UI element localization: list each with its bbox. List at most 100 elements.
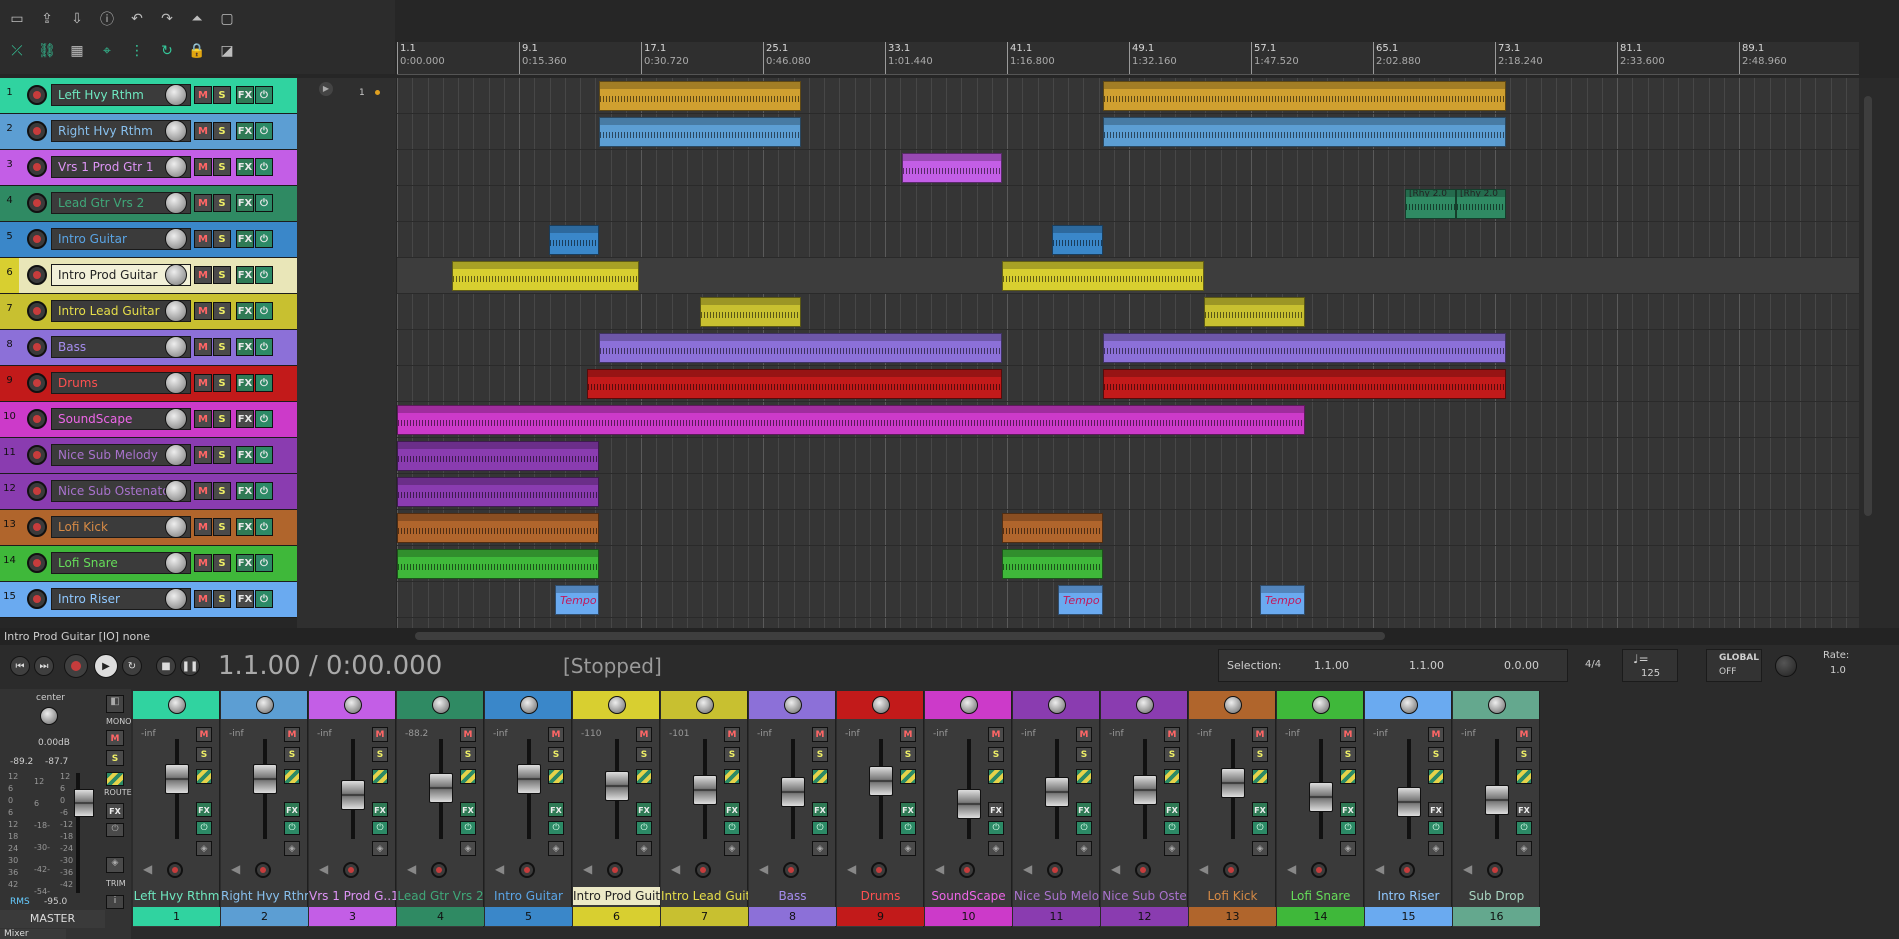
record-button[interactable] <box>64 654 88 678</box>
track-header[interactable]: Lofi Kick M S FX ⏻ <box>19 510 297 545</box>
solo-button[interactable]: S <box>213 302 231 320</box>
track-number[interactable]: 9 <box>0 366 19 401</box>
track-number[interactable]: 15 <box>0 582 19 617</box>
track-header[interactable]: Intro Lead Guitar M S FX ⏻ <box>19 294 297 329</box>
ruler-marker[interactable]: 57.1 1:47.520 <box>1251 42 1299 74</box>
metronome-icon[interactable]: ⏶ <box>186 8 208 30</box>
strip-mute-button[interactable]: M <box>812 727 828 742</box>
fx-bypass-icon[interactable]: ⏻ <box>255 158 273 176</box>
pan-knob[interactable] <box>872 696 890 714</box>
track-row[interactable]: 12 Nice Sub Ostenato M S FX ⏻ <box>0 474 297 510</box>
route-label[interactable]: ROUTE <box>104 788 132 797</box>
strip-fx-button[interactable]: FX <box>724 802 740 817</box>
media-item[interactable] <box>397 549 599 579</box>
mixer-strip[interactable]: -88.2 M S FX ⏻ ◈ ◀ Lead Gtr Vrs 2 4 <box>397 691 484 927</box>
envelope-icon[interactable]: ◪ <box>216 40 238 62</box>
ruler-marker[interactable]: 25.1 0:46.080 <box>763 42 811 74</box>
strip-fx-power-icon[interactable]: ⏻ <box>812 821 828 835</box>
track-lane[interactable] <box>397 546 1859 582</box>
selection-start[interactable]: 1.1.00 <box>1314 659 1349 672</box>
strip-fx-power-icon[interactable]: ⏻ <box>900 821 916 835</box>
strip-record-arm-button[interactable] <box>167 862 183 878</box>
track-header[interactable]: Lead Gtr Vrs 2 M S FX ⏻ <box>19 186 297 221</box>
strip-fx-power-icon[interactable]: ⏻ <box>548 821 564 835</box>
fx-button[interactable]: FX <box>236 374 254 392</box>
strip-route-icon[interactable] <box>900 769 916 784</box>
strip-number[interactable]: 13 <box>1189 907 1276 926</box>
master-fader[interactable] <box>74 789 94 817</box>
volume-fader[interactable] <box>517 764 541 795</box>
strip-number[interactable]: 6 <box>573 907 660 926</box>
strip-record-arm-button[interactable] <box>783 862 799 878</box>
strip-route-icon[interactable] <box>460 769 476 784</box>
track-lane[interactable] <box>397 330 1859 366</box>
track-lane[interactable] <box>397 510 1859 546</box>
strip-record-arm-button[interactable] <box>871 862 887 878</box>
fx-button[interactable]: FX <box>236 410 254 428</box>
mute-button[interactable]: M <box>194 446 212 464</box>
strip-number[interactable]: 10 <box>925 907 1012 926</box>
strip-solo-button[interactable]: S <box>1252 747 1268 762</box>
grid-icon[interactable]: ▦ <box>66 40 88 62</box>
track-lane[interactable] <box>397 402 1859 438</box>
record-arm-button[interactable] <box>27 85 47 105</box>
strip-fx-button[interactable]: FX <box>284 802 300 817</box>
mixer-strip[interactable]: -inf M S FX ⏻ ◈ ◀ Bass 8 <box>749 691 836 927</box>
record-arm-button[interactable] <box>27 481 47 501</box>
strip-fx-power-icon[interactable]: ⏻ <box>1516 821 1532 835</box>
strip-record-arm-button[interactable] <box>1487 862 1503 878</box>
fx-bypass-icon[interactable]: ⏻ <box>255 86 273 104</box>
volume-knob[interactable] <box>165 516 187 538</box>
media-item[interactable] <box>1103 117 1506 147</box>
speaker-icon[interactable]: ◀ <box>407 862 416 876</box>
record-arm-button[interactable] <box>27 301 47 321</box>
media-item[interactable] <box>549 225 599 255</box>
solo-button[interactable]: S <box>213 266 231 284</box>
track-header[interactable]: Right Hvy Rthm M S FX ⏻ <box>19 114 297 149</box>
track-header[interactable]: Nice Sub Melody M S FX ⏻ <box>19 438 297 473</box>
fx-bypass-icon[interactable]: ⏻ <box>255 230 273 248</box>
mixer-tab[interactable]: Mixer <box>0 929 66 939</box>
strip-mute-button[interactable]: M <box>636 727 652 742</box>
strip-fx-power-icon[interactable]: ⏻ <box>1252 821 1268 835</box>
ripple-edit-icon[interactable]: ⤫ <box>6 40 28 62</box>
strip-name[interactable]: Lead Gtr Vrs 2 <box>397 887 484 905</box>
mute-button[interactable]: M <box>194 518 212 536</box>
mixer-strip[interactable]: -inf M S FX ⏻ ◈ ◀ Right Hvy Rthm 2 <box>221 691 308 927</box>
strip-fx-power-icon[interactable]: ⏻ <box>1340 821 1356 835</box>
strip-record-arm-button[interactable] <box>343 862 359 878</box>
strip-solo-button[interactable]: S <box>812 747 828 762</box>
pan-knob[interactable] <box>960 696 978 714</box>
fx-button[interactable]: FX <box>236 266 254 284</box>
record-arm-button[interactable] <box>27 373 47 393</box>
strip-solo-button[interactable]: S <box>1428 747 1444 762</box>
strip-mute-button[interactable]: M <box>284 727 300 742</box>
media-item[interactable] <box>397 477 599 507</box>
strip-env-icon[interactable]: ◈ <box>1076 841 1092 856</box>
mute-button[interactable]: M <box>194 410 212 428</box>
master-fx-button[interactable]: FX <box>106 803 124 819</box>
ruler-marker[interactable]: 65.1 2:02.880 <box>1373 42 1421 74</box>
mixer-strip[interactable]: -inf M S FX ⏻ ◈ ◀ Nice Sub Melo 11 <box>1013 691 1100 927</box>
track-header[interactable]: Drums M S FX ⏻ <box>19 366 297 401</box>
strip-name[interactable]: Intro Guitar <box>485 887 572 905</box>
strip-route-icon[interactable] <box>988 769 1004 784</box>
strip-fx-button[interactable]: FX <box>1164 802 1180 817</box>
strip-fx-power-icon[interactable]: ⏻ <box>636 821 652 835</box>
mute-button[interactable]: M <box>194 590 212 608</box>
fx-bypass-icon[interactable]: ⏻ <box>255 194 273 212</box>
track-number[interactable]: 7 <box>0 294 19 329</box>
media-item[interactable] <box>1002 261 1204 291</box>
fx-button[interactable]: FX <box>236 446 254 464</box>
record-arm-button[interactable] <box>27 157 47 177</box>
record-arm-button[interactable] <box>27 121 47 141</box>
strip-solo-button[interactable]: S <box>988 747 1004 762</box>
media-item[interactable] <box>397 405 1305 435</box>
strip-name[interactable]: Sub Drop <box>1453 887 1540 905</box>
strip-fx-power-icon[interactable]: ⏻ <box>460 821 476 835</box>
link-icon[interactable]: ⛓ <box>36 40 58 62</box>
strip-name[interactable]: Drums <box>837 887 924 905</box>
track-number[interactable]: 1 <box>0 78 19 113</box>
track-lane[interactable]: Tempo Tempo Tempo <box>397 582 1859 618</box>
time-signature[interactable]: 4/4 <box>1585 659 1601 670</box>
